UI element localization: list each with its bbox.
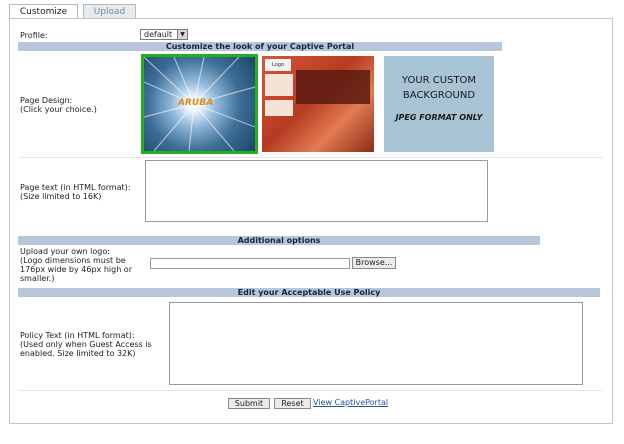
aruba-logo-text: ARUBA — [178, 98, 214, 108]
additional-options-header: Additional options — [18, 236, 540, 245]
page-design-label-hint: (Click your choice.) — [20, 105, 97, 114]
page-design-label: Page Design: (Click your choice.) — [20, 96, 97, 114]
logo-file-input[interactable] — [150, 258, 350, 269]
custom-bg-line1: YOUR CUSTOM — [401, 75, 477, 86]
policy-text-label-hint2: enabled. Size limited to 32K) — [20, 349, 136, 358]
customize-section-header: Customize the look of your Captive Porta… — [18, 42, 502, 51]
profile-select-value: default — [144, 30, 173, 39]
design-option-aruba[interactable]: ARUBA — [141, 54, 258, 154]
page-text-label-hint: (Size limited to 16K) — [20, 192, 102, 201]
logo-upload-label-title: Upload your own logo: — [20, 247, 110, 256]
tab-customize[interactable]: Customize — [9, 4, 78, 19]
policy-text-label: Policy Text (in HTML format): (Used only… — [20, 331, 152, 358]
design-option-custom[interactable]: YOUR CUSTOM BACKGROUND JPEG FORMAT ONLY — [384, 56, 494, 152]
design-option-red[interactable]: Logo — [262, 56, 374, 152]
view-captive-portal-link[interactable]: View CaptivePortal — [313, 398, 388, 408]
policy-text-label-hint1: (Used only when Guest Access is — [20, 340, 152, 349]
browse-button[interactable]: Browse... — [352, 257, 396, 269]
profile-label: Profile: — [20, 31, 48, 40]
red-theme-login-box — [265, 74, 293, 96]
submit-button[interactable]: Submit — [228, 398, 270, 409]
tab-upload[interactable]: Upload — [83, 4, 136, 19]
chevron-down-icon[interactable]: ▼ — [177, 30, 187, 39]
logo-upload-label-hint2: 176px wide by 46px high or — [20, 265, 132, 274]
policy-text-label-title: Policy Text (in HTML format): — [20, 331, 135, 340]
red-theme-form-box — [265, 100, 293, 116]
aup-section-header: Edit your Acceptable Use Policy — [18, 288, 600, 297]
logo-upload-label: Upload your own logo: (Logo dimensions m… — [20, 247, 132, 283]
page-text-textarea[interactable] — [145, 160, 488, 222]
page-design-label-title: Page Design: — [20, 96, 73, 105]
logo-upload-label-hint3: smaller.) — [20, 274, 55, 283]
red-theme-logo-box: Logo — [265, 59, 291, 71]
page-text-label: Page text (in HTML format): (Size limite… — [20, 183, 131, 201]
logo-upload-label-hint1: (Logo dimensions must be — [20, 256, 126, 265]
policy-text-textarea[interactable] — [169, 302, 583, 385]
profile-select[interactable]: default ▼ — [140, 29, 188, 40]
custom-bg-line2: BACKGROUND — [402, 90, 476, 101]
red-theme-text-panel — [296, 70, 370, 104]
divider — [18, 390, 603, 391]
divider — [18, 157, 603, 158]
page-text-label-title: Page text (in HTML format): — [20, 183, 131, 192]
custom-bg-line3: JPEG FORMAT ONLY — [395, 113, 483, 122]
reset-button[interactable]: Reset — [274, 398, 311, 409]
